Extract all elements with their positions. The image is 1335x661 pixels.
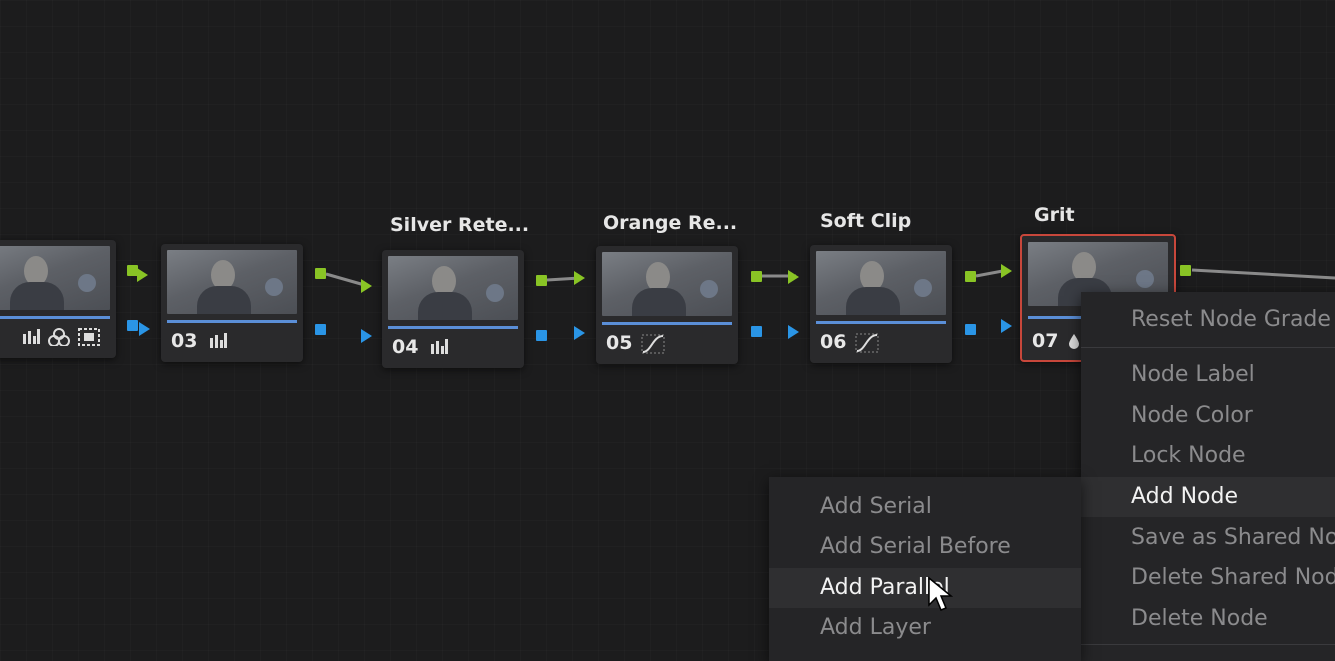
node-alpha-bar [602,322,732,325]
node-06-alpha-input[interactable] [788,325,799,339]
menu-item-node-color[interactable]: Node Color [1081,396,1335,436]
node-05-label: Orange Re... [603,212,738,234]
node-01-alpha-port [127,320,138,331]
node-07-rgb-output[interactable] [1180,265,1191,276]
bars-icon [22,328,40,349]
menu-item-add-layer[interactable]: Add Layer [769,608,1081,648]
node-04-alpha-output[interactable] [536,330,547,341]
node-alpha-bar [388,326,518,329]
node-05-rgb-output[interactable] [751,271,762,282]
menu-item-node-label[interactable]: Node Label [1081,355,1335,395]
node-thumbnail [388,256,518,320]
node-06-label: Soft Clip [820,210,912,232]
node-06[interactable]: 06 [810,245,952,363]
node-alpha-bar [816,321,946,324]
node-04-alpha-input[interactable] [361,329,372,343]
curve-icon [641,334,665,359]
node-06-alpha-output[interactable] [965,324,976,335]
menu-item-add-serial-before[interactable]: Add Serial Before [769,527,1081,567]
menu-item-delete-shared-node[interactable]: Delete Shared Node [1081,558,1335,598]
color-circles-icon [48,328,70,351]
node-06-rgb-input[interactable] [788,270,799,284]
node-06-rgb-output[interactable] [965,271,976,282]
menu-item-lock-node[interactable]: Lock Node [1081,436,1335,476]
node-alpha-bar [167,320,297,323]
node-04-rgb-output[interactable] [536,275,547,286]
bars-icon [430,338,448,359]
mouse-cursor-icon [928,576,953,611]
node-03-alpha-output[interactable] [315,324,326,335]
node-01-rgb-output[interactable] [137,268,148,282]
node-thumbnail [0,246,110,310]
output-link [1191,268,1335,280]
add-node-submenu: Add Serial Add Serial Before Add Paralle… [769,477,1081,661]
menu-item-save-as-shared-node[interactable]: Save as Shared Node [1081,518,1335,558]
menu-item-add-serial[interactable]: Add Serial [769,487,1081,527]
menu-separator [1081,644,1335,645]
node-05[interactable]: 05 [596,246,738,364]
menu-item-reset-node-grade[interactable]: Reset Node Grade [1081,300,1335,340]
menu-item-add-node[interactable]: Add Node [1081,477,1335,517]
menu-separator [1081,347,1335,348]
node-01-rgb-port [127,265,138,276]
node-05-alpha-output[interactable] [751,326,762,337]
node-number: 04 [392,336,419,358]
window-icon [78,328,100,351]
node-thumbnail [816,251,946,315]
menu-item-delete-node[interactable]: Delete Node [1081,599,1335,639]
node-03-rgb-output[interactable] [315,268,326,279]
node-number: 07 [1032,330,1059,352]
node-context-menu: Reset Node Grade Node Label Node Color L… [1081,292,1335,661]
node-number: 03 [171,330,198,352]
node-01[interactable]: 1 [0,240,116,358]
node-01-alpha-output[interactable] [139,322,150,336]
node-thumbnail [167,250,297,314]
curve-icon [855,333,879,358]
node-05-alpha-input[interactable] [574,326,585,340]
bars-icon [209,332,227,353]
node-04-rgb-input[interactable] [361,279,372,293]
menu-item-add-parallel[interactable]: Add Parallel [769,568,1081,608]
node-04[interactable]: 04 [382,250,524,368]
node-03[interactable]: 03 [161,244,303,362]
node-thumbnail [602,252,732,316]
node-number: 06 [820,331,847,353]
node-04-label: Silver Rete... [390,214,530,236]
node-07-rgb-input[interactable] [1001,264,1012,278]
node-07-label: Grit [1034,204,1075,226]
node-alpha-bar [0,316,110,319]
drop-icon [1068,333,1080,354]
node-07-alpha-input[interactable] [1001,319,1012,333]
node-05-rgb-input[interactable] [574,271,585,285]
node-number: 05 [606,332,633,354]
